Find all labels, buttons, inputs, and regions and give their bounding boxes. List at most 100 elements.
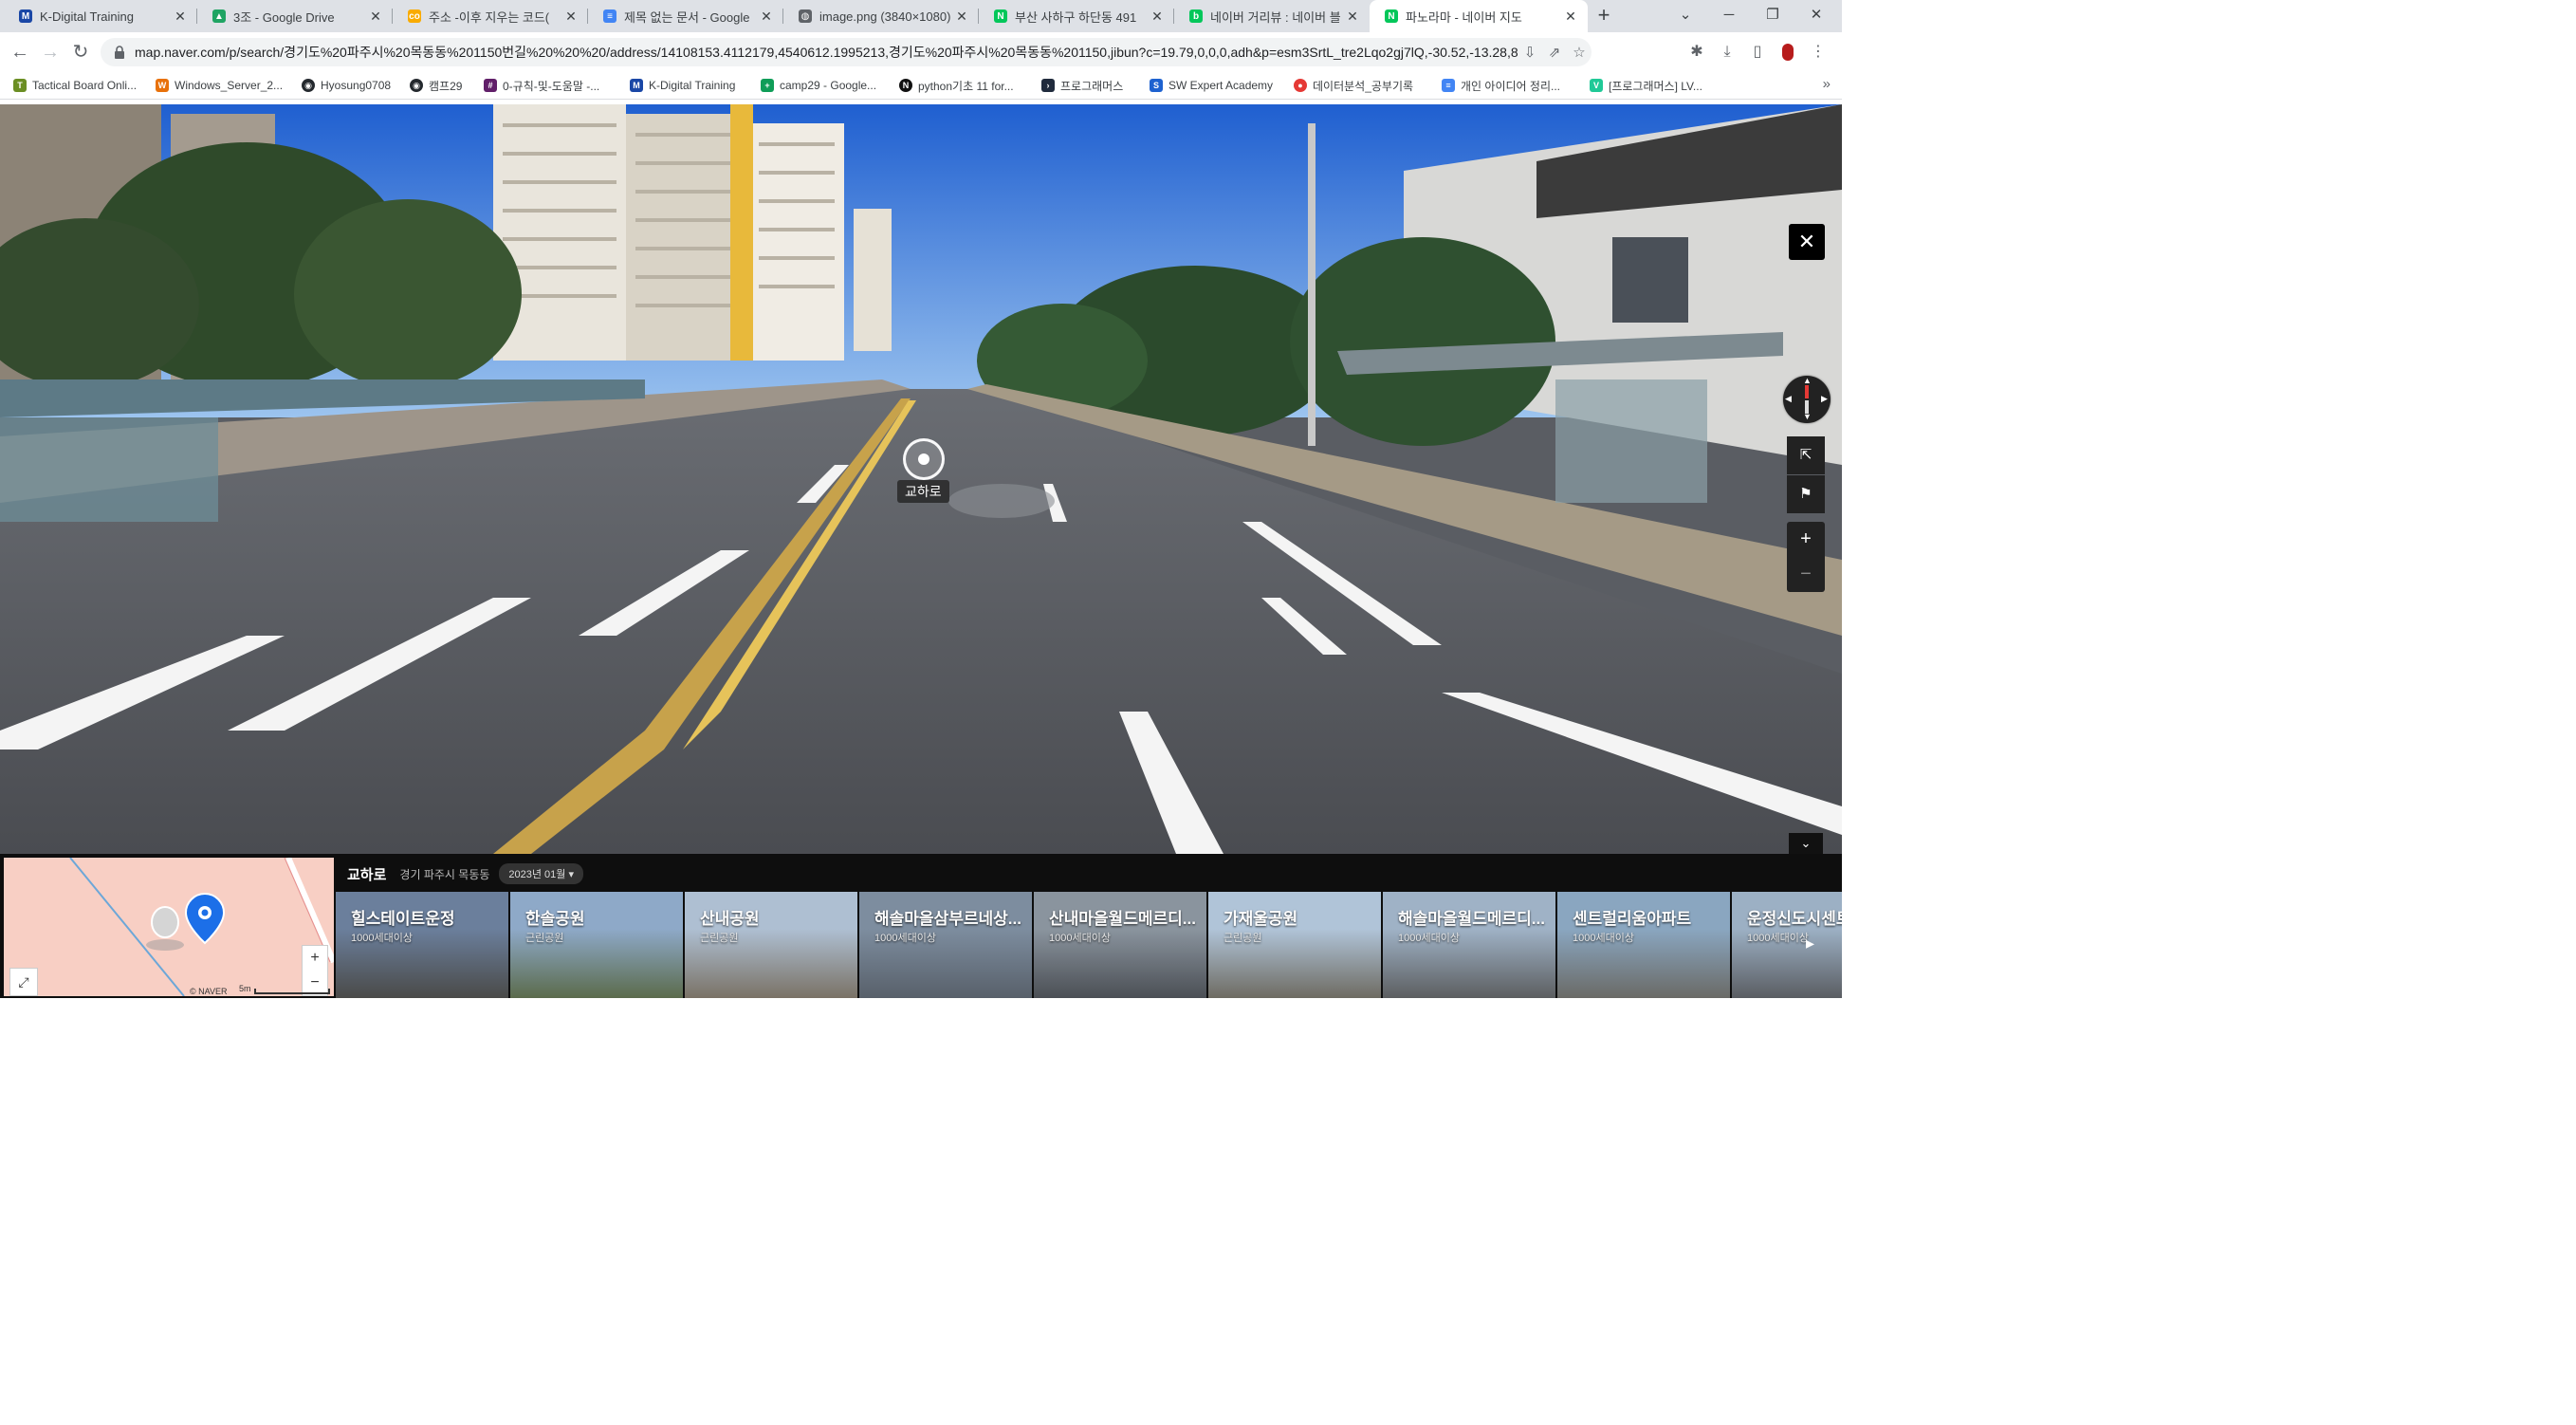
- close-icon[interactable]: ✕: [1150, 9, 1165, 25]
- tab-naver-blog[interactable]: b 네이버 거리뷰 : 네이버 블 ✕: [1174, 0, 1370, 32]
- mini-map-zoom-in[interactable]: +: [303, 946, 327, 971]
- close-icon[interactable]: ✕: [1563, 9, 1578, 25]
- share-panorama-icon[interactable]: ⇱: [1787, 436, 1825, 474]
- bookmark-label: Hyosung0708: [321, 79, 392, 92]
- bookmark-label: [프로그래머스] LV...: [1609, 79, 1702, 93]
- bottom-strip: + − ⤢ © NAVER 5m 교하로 경기 파주시 목동동 2023년 01…: [0, 854, 1842, 998]
- tab-title: 주소 -이후 지우는 코드(: [429, 9, 550, 25]
- bookmark-data-analysis[interactable]: ● 데이터분석_공부기록: [1294, 77, 1413, 94]
- bookmark-camp29[interactable]: ◉ 캠프29: [410, 77, 462, 94]
- thumbnail-card[interactable]: 해솔마을삼부르네상... 1000세대이상: [859, 892, 1032, 998]
- window-close-button[interactable]: ✕: [1794, 0, 1838, 32]
- zoom-out-button[interactable]: −: [1787, 557, 1825, 592]
- menu-icon[interactable]: ⋮: [1806, 40, 1831, 65]
- bookmark-windows-server[interactable]: W Windows_Server_2...: [156, 77, 283, 94]
- side-panel-icon[interactable]: ▯: [1745, 40, 1770, 65]
- close-icon[interactable]: ✕: [759, 9, 774, 25]
- bookmark-slack-rules[interactable]: #0-규칙-및-도움말 -...: [484, 77, 599, 94]
- bookmark-tactical-board[interactable]: T Tactical Board Onli...: [13, 77, 137, 94]
- close-panorama-button[interactable]: ✕: [1789, 224, 1825, 260]
- install-app-icon[interactable]: ⇩: [1518, 44, 1542, 61]
- tab-k-digital[interactable]: M K-Digital Training ✕: [4, 0, 197, 32]
- thumbnail-card[interactable]: 해솔마을월드메르디... 1000세대이상: [1383, 892, 1555, 998]
- bookmark-ideas[interactable]: ≡ 개인 아이디어 정리...: [1442, 77, 1560, 94]
- download-icon[interactable]: ⤓: [1715, 40, 1739, 65]
- next-thumbnails-icon[interactable]: ▸: [1806, 934, 1814, 953]
- back-arrow-icon[interactable]: ←: [8, 40, 32, 65]
- zoom-control: + −: [1787, 522, 1825, 592]
- thumbnail-subtitle: 1000세대이상: [1049, 933, 1111, 944]
- bookmark-star-icon[interactable]: ☆: [1567, 44, 1592, 61]
- new-tab-button[interactable]: +: [1592, 4, 1616, 28]
- thumbnail-card[interactable]: 힐스테이트운정 1000세대이상: [336, 892, 508, 998]
- bookmark-programmers-lv[interactable]: V [프로그래머스] LV...: [1590, 77, 1702, 94]
- bookmark-k-digital[interactable]: M K-Digital Training: [630, 77, 735, 94]
- thumbnail-card[interactable]: 가재울공원 근린공원: [1208, 892, 1381, 998]
- thumbnail-title: 힐스테이트운정: [351, 910, 455, 928]
- forward-arrow-icon[interactable]: →: [38, 40, 63, 65]
- minimize-button[interactable]: ─: [1707, 0, 1751, 32]
- bookmark-camp29-sheets[interactable]: + camp29 - Google...: [761, 77, 876, 94]
- thumbnail-title: 가재울공원: [1224, 910, 1298, 928]
- arrow-right-icon[interactable]: ▶: [1821, 394, 1828, 404]
- tab-panorama-active[interactable]: N 파노라마 - 네이버 지도 ✕: [1370, 0, 1588, 32]
- bookmarks-bar: T Tactical Board Onli... W Windows_Server_…: [0, 72, 1842, 100]
- address-bar[interactable]: map.naver.com/p/search/경기도%20파주시%20목동동%2…: [101, 38, 1592, 66]
- thumbnail-card[interactable]: 한솔공원 근린공원: [510, 892, 683, 998]
- bookmark-label: camp29 - Google...: [780, 79, 877, 92]
- profile-avatar[interactable]: [1776, 40, 1800, 65]
- browser-toolbar: ← → ↻ map.naver.com/p/search/경기도%20파주시%2…: [0, 32, 1842, 72]
- share-icon[interactable]: ⇗: [1542, 44, 1567, 61]
- reload-icon[interactable]: ↻: [68, 40, 93, 65]
- nearby-thumbnails: 힐스테이트운정 1000세대이상 한솔공원 근린공원 산내공원 근린공원 해솔마을삼부…: [336, 892, 1842, 998]
- close-icon[interactable]: ✕: [563, 9, 579, 25]
- collapse-strip-button[interactable]: ⌄: [1789, 833, 1823, 854]
- arrow-down-icon[interactable]: ▼: [1803, 412, 1812, 421]
- close-icon[interactable]: ✕: [1345, 9, 1360, 25]
- tab-google-docs[interactable]: ≡ 제목 없는 문서 - Google ✕: [588, 0, 783, 32]
- thumbnail-card[interactable]: 산내마을월드메르디... 1000세대이상: [1034, 892, 1206, 998]
- tab-search-button[interactable]: ⌄: [1664, 0, 1707, 32]
- url-text[interactable]: map.naver.com/p/search/경기도%20파주시%20목동동%2…: [135, 43, 1518, 62]
- road-position-marker[interactable]: [903, 438, 945, 480]
- mini-map[interactable]: + − ⤢ © NAVER 5m: [4, 858, 334, 996]
- tab-image[interactable]: ◍ image.png (3840×1080) ✕: [783, 0, 979, 32]
- close-icon[interactable]: ✕: [173, 9, 188, 25]
- thumbnail-card[interactable]: 센트럴리움아파트 1000세대이상: [1557, 892, 1730, 998]
- bookmark-programmers[interactable]: › 프로그래머스: [1041, 77, 1123, 94]
- expand-map-icon[interactable]: ⤢: [9, 968, 38, 996]
- thumbnail-card[interactable]: 산내공원 근린공원: [685, 892, 857, 998]
- bookmark-label: Windows_Server_2...: [175, 79, 284, 92]
- google-docs-icon: ≡: [1442, 79, 1455, 92]
- bookmark-label: 데이터분석_공부기록: [1313, 79, 1414, 93]
- bookmark-swea[interactable]: S SW Expert Academy: [1150, 77, 1273, 94]
- bookmarks-overflow-icon[interactable]: »: [1823, 76, 1831, 92]
- thumbnail-card[interactable]: 운정신도시센트 1000세대이상: [1732, 892, 1842, 998]
- zoom-in-button[interactable]: +: [1787, 522, 1825, 557]
- tab-busan-map[interactable]: N 부산 사하구 하단동 491 ✕: [979, 0, 1174, 32]
- bookmark-label: 개인 아이디어 정리...: [1461, 79, 1560, 93]
- thumbnail-subtitle: 1000세대이상: [351, 933, 413, 944]
- restore-button[interactable]: ❐: [1751, 0, 1794, 32]
- compass-control[interactable]: ▲ ▼ ◀ ▶: [1783, 376, 1831, 423]
- tab-google-drive[interactable]: ▲ 3조 - Google Drive ✕: [197, 0, 393, 32]
- report-icon[interactable]: ⚑: [1787, 475, 1825, 513]
- tab-colab[interactable]: co 주소 -이후 지우는 코드( ✕: [393, 0, 588, 32]
- thumbnail-subtitle: 1000세대이상: [1747, 933, 1809, 944]
- tab-title: image.png (3840×1080): [819, 9, 951, 24]
- bookmark-label: 프로그래머스: [1060, 79, 1124, 93]
- panorama-view[interactable]: ✕ ▲ ▼ ◀ ▶ ⇱ ⚑ + − 교하로 ⌄: [0, 104, 1842, 854]
- date-dropdown[interactable]: 2023년 01월 ▾: [499, 863, 583, 884]
- arrow-left-icon[interactable]: ◀: [1785, 394, 1792, 404]
- thumbnail-subtitle: 1000세대이상: [1398, 933, 1460, 944]
- swea-icon: S: [1150, 79, 1163, 92]
- bookmark-label: 캠프29: [429, 79, 463, 93]
- bookmark-hyosung[interactable]: ◉ Hyosung0708: [302, 77, 391, 94]
- extensions-icon[interactable]: ✱: [1684, 40, 1709, 65]
- arrow-up-icon[interactable]: ▲: [1803, 376, 1812, 385]
- close-icon[interactable]: ✕: [368, 9, 383, 25]
- bookmark-python[interactable]: Npython기초 11 for...: [899, 77, 1014, 94]
- close-icon[interactable]: ✕: [954, 9, 969, 25]
- bookmark-label: python기초 11 for...: [918, 79, 1014, 93]
- naver-map-icon: N: [1385, 9, 1398, 23]
